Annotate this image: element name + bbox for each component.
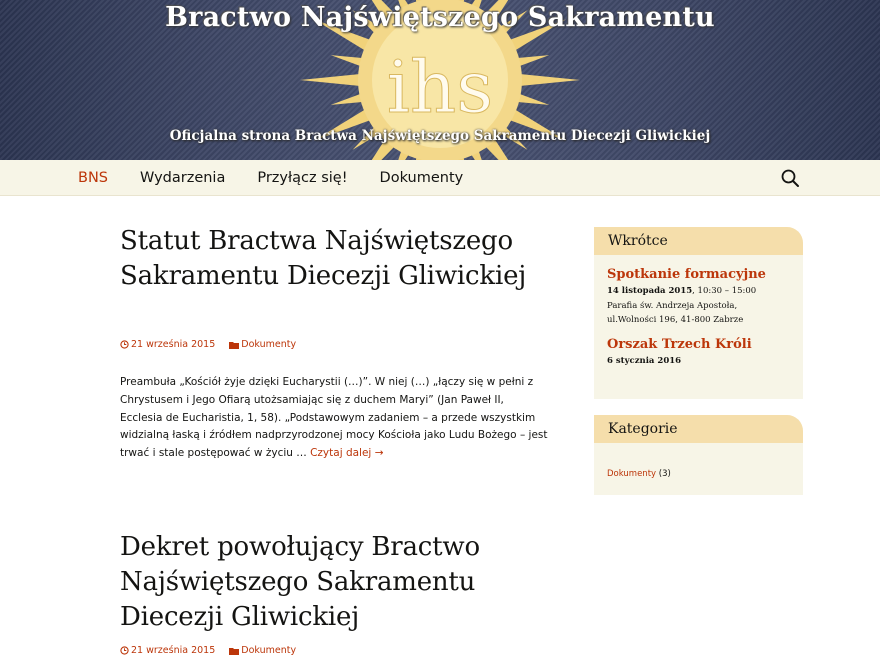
- category-link-dokumenty[interactable]: Dokumenty: [607, 469, 656, 479]
- event-date: 6 stycznia 2016: [607, 355, 682, 366]
- clock-icon: [120, 646, 129, 655]
- widget-upcoming: Wkrótce Spotkanie formacyjne 14 listopad…: [594, 227, 803, 399]
- event-datetime: 6 stycznia 2016: [607, 354, 803, 369]
- widget-categories: Kategorie Dokumenty (3): [594, 415, 803, 495]
- nav-item-przylacz-sie[interactable]: Przyłącz się!: [241, 160, 363, 196]
- post-date-label: 21 września 2015: [131, 339, 216, 350]
- post-excerpt: Preambuła „Kościół żyje dzięki Eucharyst…: [120, 374, 548, 463]
- post-meta: 21 września 2015 Dokumenty: [120, 339, 296, 350]
- post-category[interactable]: Dokumenty: [229, 645, 296, 656]
- main-navigation: BNS Wydarzenia Przyłącz się! Dokumenty: [0, 160, 880, 196]
- event-address: ul.Wolności 196, 41-800 Zabrze: [607, 315, 744, 325]
- nav-item-wydarzenia[interactable]: Wydarzenia: [124, 160, 241, 196]
- event-title[interactable]: Orszak Trzech Króli: [607, 337, 803, 352]
- search-icon[interactable]: [780, 168, 800, 188]
- clock-icon: [120, 340, 129, 349]
- post-date[interactable]: 21 września 2015: [120, 645, 215, 656]
- site-title[interactable]: Bractwo Najświętszego Sakramentu: [0, 2, 880, 33]
- svg-text:ihs: ihs: [387, 45, 493, 129]
- event-place: Parafia św. Andrzeja Apostoła,: [607, 300, 738, 311]
- event-time: , 10:30 – 15:00: [692, 286, 757, 296]
- post-date-label: 21 września 2015: [131, 645, 216, 656]
- site-header: ihs Bractwo Najświętszego Sakramentu Ofi…: [0, 0, 880, 160]
- post-date[interactable]: 21 września 2015: [120, 339, 215, 350]
- event-title[interactable]: Spotkanie formacyjne: [607, 267, 803, 282]
- site-description: Oficjalna strona Bractwa Najświętszego S…: [169, 128, 711, 144]
- nav-item-bns[interactable]: BNS: [62, 160, 124, 196]
- nav-item-dokumenty[interactable]: Dokumenty: [364, 160, 480, 196]
- event-datetime: 14 listopada 2015, 10:30 – 15:00: [607, 284, 803, 299]
- folder-icon: [229, 341, 240, 349]
- event-date: 14 listopada 2015: [607, 286, 693, 296]
- read-more-link[interactable]: Czytaj dalej →: [310, 447, 383, 459]
- widget-title: Kategorie: [594, 415, 803, 443]
- category-count: (3): [656, 469, 671, 479]
- post-meta: 21 września 2015 Dokumenty: [120, 645, 296, 656]
- folder-icon: [229, 647, 240, 655]
- post-category-label: Dokumenty: [241, 339, 297, 350]
- category-item: Dokumenty (3): [594, 463, 803, 481]
- post-category-label: Dokumenty: [241, 645, 297, 656]
- post-title[interactable]: Statut Bractwa Najświętszego Sakramentu …: [120, 224, 550, 294]
- post-title[interactable]: Dekret powołujący Bractwo Najświętszego …: [120, 530, 550, 635]
- widget-title: Wkrótce: [594, 227, 803, 255]
- post-category[interactable]: Dokumenty: [229, 339, 296, 350]
